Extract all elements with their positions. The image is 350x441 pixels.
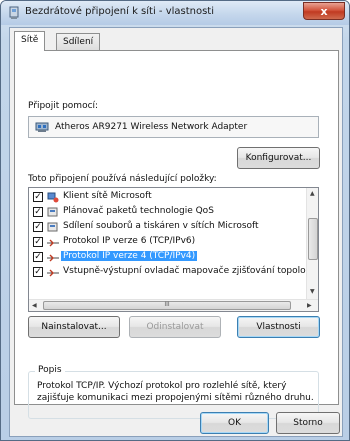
protocol-icon [47, 239, 59, 247]
checkbox[interactable]: ✓ [33, 192, 43, 202]
horizontal-scroll-thumb[interactable]: III [43, 301, 291, 310]
network-card-icon [35, 122, 49, 132]
description-title: Popis [35, 365, 65, 375]
list-item[interactable]: ✓ Plánovač paketů technologie QoS [29, 205, 307, 220]
cancel-button[interactable]: Storno [276, 412, 340, 434]
item-label: Vstupně-výstupní ovladač mapovače zjišťo… [63, 266, 306, 276]
checkbox[interactable]: ✓ [33, 222, 43, 232]
checkbox[interactable]: ✓ [33, 237, 43, 247]
item-label: Protokol IP verze 4 (TCP/IPv4) [61, 251, 198, 261]
window-title: Bezdrátové připojení k síti - vlastnosti [25, 6, 215, 17]
scroll-left-icon[interactable]: ◀ [32, 302, 37, 309]
dialog-client-area: Sítě Sdílení Připojit pomocí: Atheros AR… [9, 27, 343, 437]
properties-window: Bezdrátové připojení k síti - vlastnosti… [0, 0, 350, 441]
item-label: Sdílení souborů a tiskáren v sítích Micr… [63, 221, 259, 231]
properties-button[interactable]: Vlastnosti [237, 316, 320, 338]
scroll-down-icon[interactable]: ▼ [310, 288, 315, 295]
scroll-right-icon[interactable]: ▶ [307, 302, 312, 309]
file-printer-sharing-icon [47, 222, 58, 232]
checkbox[interactable]: ✓ [33, 267, 43, 277]
item-label: Protokol IP verze 6 (TCP/IPv6) [63, 236, 196, 246]
qos-scheduler-icon [47, 207, 58, 217]
item-label: Klient sítě Microsoft [63, 191, 152, 201]
list-item[interactable]: ✓ Vstupně-výstupní ovladač mapovače zjiš… [29, 265, 307, 277]
checkbox[interactable]: ✓ [33, 252, 43, 262]
install-button[interactable]: Nainstalovat... [28, 316, 120, 338]
ok-button[interactable]: OK [200, 412, 269, 434]
configure-button[interactable]: Konfigurovat... [237, 147, 320, 169]
list-item[interactable]: ✓ Klient sítě Microsoft [29, 190, 307, 205]
list-item[interactable]: ✓ Sdílení souborů a tiskáren v sítích Mi… [29, 220, 307, 235]
description-group: Popis Protokol TCP/IP. Výchozí protokol … [28, 365, 319, 419]
title-bar[interactable]: Bezdrátové připojení k síti - vlastnosti… [1, 1, 349, 25]
tab-panel-site: Připojit pomocí: Atheros AR9271 Wireless… [14, 50, 339, 419]
network-client-icon [47, 192, 59, 203]
list-item-selected[interactable]: ✓ Protokol IP verze 4 (TCP/IPv4) [29, 250, 307, 265]
components-list[interactable]: ✓ Klient sítě Microsoft ✓ Plánovač paket… [28, 187, 319, 312]
network-adapter-icon [9, 6, 19, 19]
adapter-name: Atheros AR9271 Wireless Network Adapter [55, 122, 248, 132]
uninstall-button: Odinstalovat [129, 316, 221, 338]
list-item[interactable]: ✓ Protokol IP verze 6 (TCP/IPv6) [29, 235, 307, 250]
adapter-field: Atheros AR9271 Wireless Network Adapter [28, 116, 319, 138]
vertical-scroll-thumb[interactable] [308, 218, 318, 260]
protocol-icon [47, 269, 59, 277]
connect-using-label: Připojit pomocí: [28, 101, 99, 111]
vertical-scrollbar[interactable]: ▲ ▼ [306, 188, 318, 299]
horizontal-scrollbar[interactable]: ◀ III ▶ [29, 299, 318, 311]
tab-sdileni[interactable]: Sdílení [56, 33, 101, 51]
tab-site[interactable]: Sítě [14, 31, 46, 51]
close-button[interactable]: x [303, 2, 345, 20]
scroll-up-icon[interactable]: ▲ [310, 190, 315, 197]
checkbox[interactable]: ✓ [33, 207, 43, 217]
description-text: Protokol TCP/IP. Výchozí protokol pro ro… [37, 381, 314, 403]
item-label: Plánovač paketů technologie QoS [63, 206, 214, 216]
items-label: Toto připojení používá následující polož… [28, 174, 217, 184]
protocol-icon [47, 254, 59, 262]
